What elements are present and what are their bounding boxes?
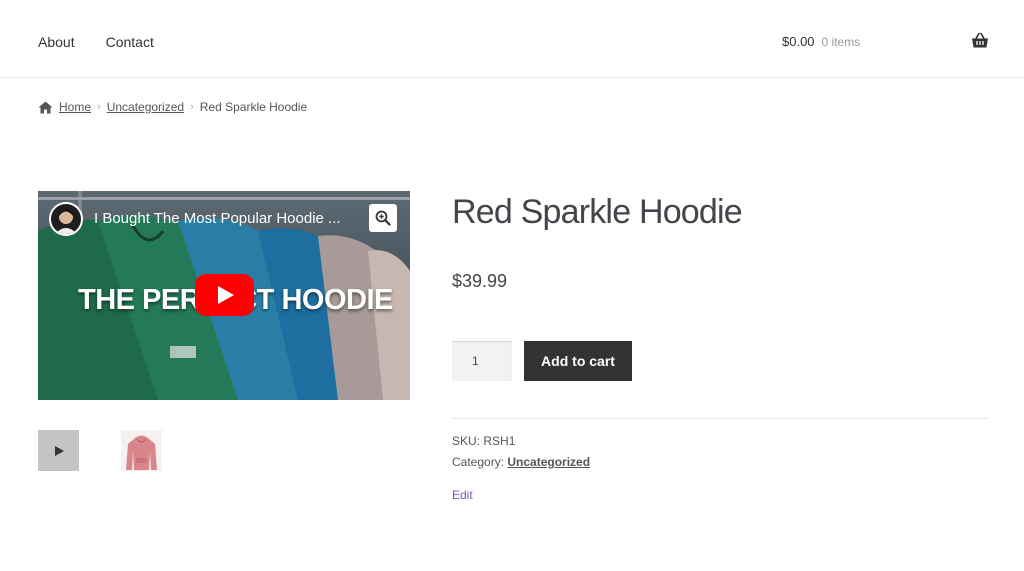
channel-avatar[interactable]	[49, 202, 83, 236]
site-header: About Contact $0.00 0 items	[0, 0, 1024, 78]
add-to-cart-button[interactable]: Add to cart	[524, 341, 632, 381]
edit-link[interactable]: Edit	[452, 488, 473, 502]
youtube-play-icon[interactable]	[195, 274, 254, 316]
breadcrumb-current: Red Sparkle Hoodie	[199, 100, 308, 114]
sku-label: SKU:	[452, 434, 481, 448]
hoodie-image	[121, 430, 162, 471]
breadcrumb-separator: ›	[190, 101, 194, 113]
header-cart[interactable]: $0.00 0 items	[782, 33, 860, 51]
product-title: Red Sparkle Hoodie	[452, 193, 743, 231]
basket-icon[interactable]	[971, 32, 989, 50]
product-sku: SKU: RSH1	[452, 434, 515, 448]
cart-amount[interactable]: $0.00	[782, 33, 815, 51]
breadcrumb-category[interactable]: Uncategorized	[107, 100, 184, 114]
video-title[interactable]: I Bought The Most Popular Hoodie ...	[94, 210, 341, 227]
sku-value: RSH1	[483, 434, 516, 448]
zoom-button[interactable]	[369, 204, 397, 232]
thumbnail-hoodie-image[interactable]	[121, 430, 162, 471]
product-category: Category: Uncategorized	[452, 455, 590, 469]
zoom-in-icon	[375, 210, 391, 226]
summary-divider	[452, 418, 988, 419]
primary-nav: About Contact	[38, 33, 185, 51]
product-price: $39.99	[452, 271, 508, 291]
quantity-input[interactable]	[452, 341, 512, 381]
breadcrumb: Home › Uncategorized › Red Sparkle Hoodi…	[38, 100, 307, 114]
category-link[interactable]: Uncategorized	[507, 455, 590, 469]
play-icon	[54, 445, 64, 456]
category-label: Category:	[452, 455, 505, 469]
breadcrumb-home[interactable]: Home	[59, 100, 91, 114]
thumbnail-video[interactable]	[38, 430, 79, 471]
cart-count[interactable]: 0 items	[822, 33, 861, 51]
nav-link-contact[interactable]: Contact	[106, 33, 154, 51]
nav-link-about[interactable]: About	[38, 33, 75, 51]
breadcrumb-separator: ›	[97, 101, 101, 113]
product-video[interactable]: I Bought The Most Popular Hoodie ... THE…	[38, 191, 410, 400]
home-icon	[38, 101, 53, 113]
avatar-image	[55, 209, 77, 234]
